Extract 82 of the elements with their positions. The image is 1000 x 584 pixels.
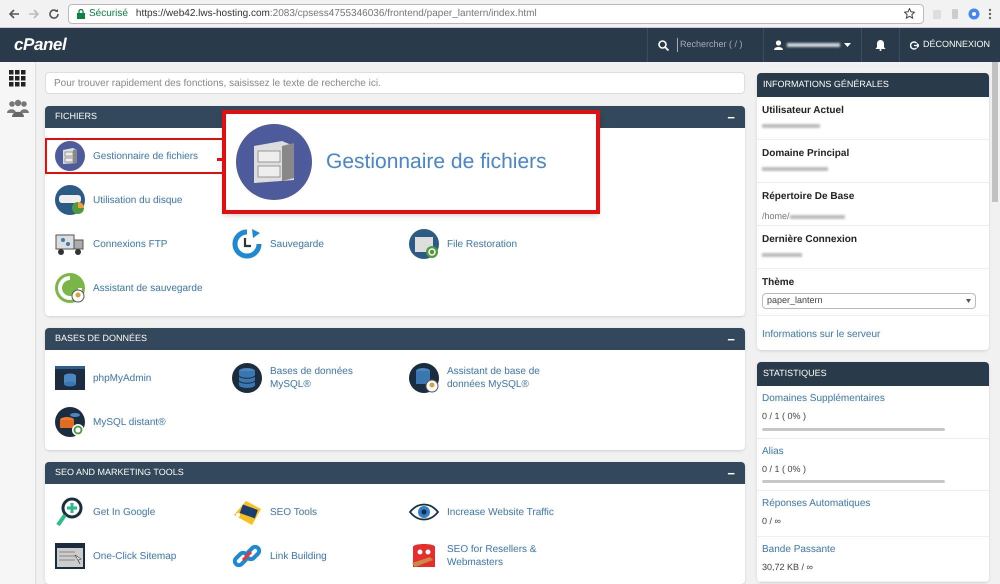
feature-link[interactable]: SEO Tools (224, 496, 401, 528)
caret-icon (844, 42, 851, 48)
feature-link[interactable]: Gestionnaire de fichiers (47, 140, 224, 172)
stat-link[interactable]: Réponses Automatiques (762, 496, 984, 511)
feature-link[interactable]: Bases de données MySQL® (224, 362, 401, 394)
feature-link[interactable]: SEO for Resellers & Webmasters (401, 540, 578, 572)
feature-link[interactable]: Link Building (224, 540, 401, 572)
info-label: Répertoire De Base (762, 190, 856, 204)
section-header[interactable]: BASES DE DONNÉES − (45, 328, 745, 350)
theme-select[interactable]: paper_lantern (762, 293, 976, 309)
feature-icon (55, 541, 85, 571)
stat-value: 0 / 1 ( 0% ) (762, 410, 808, 423)
info-label: Dernière Connexion (762, 233, 858, 247)
collapse-button[interactable]: − (727, 110, 735, 124)
lock-icon (77, 8, 85, 18)
bell-icon[interactable] (874, 39, 886, 51)
feature-icon (55, 185, 85, 215)
redacted-value (762, 124, 820, 128)
feature-link[interactable]: One-Click Sitemap (47, 540, 224, 572)
feature-link[interactable]: Connexions FTP (47, 228, 224, 260)
feature-link[interactable]: Get In Google (47, 496, 224, 528)
star-icon[interactable] (904, 8, 915, 19)
feature-link[interactable]: Assistant de sauvegarde (47, 272, 224, 304)
reload-icon[interactable] (48, 8, 60, 20)
logout-button[interactable]: DÉCONNEXION (898, 28, 1000, 62)
grid-icon[interactable] (9, 70, 26, 87)
url-text: https://web42.lws-hosting.com:2083/cpsess4755346036/frontend/paper_lantern/index.html (136, 7, 537, 21)
feature-icon (55, 363, 85, 393)
section-title: BASES DE DONNÉES (55, 332, 148, 346)
section-title: FICHIERS (55, 110, 98, 124)
stat-link[interactable]: Bande Passante (762, 542, 984, 556)
security-label: Sécurisé (89, 7, 128, 21)
stat-value: 0 / 1 ( 0% ) (762, 462, 808, 476)
feature-icon (55, 141, 85, 171)
feature-icon (55, 497, 85, 527)
section-title: SEO AND MARKETING TOOLS (55, 466, 184, 480)
redacted-value (762, 253, 802, 257)
cpanel-logo[interactable]: cPanel (14, 32, 66, 58)
feature-link[interactable]: Assistant de base de données MySQL® (401, 362, 578, 394)
stat-value: 30,72 KB / ∞ (762, 560, 814, 574)
feature-icon (55, 407, 85, 437)
file-cabinet-icon (236, 124, 312, 200)
feature-link[interactable]: Sauvegarde (224, 228, 401, 260)
collapse-button[interactable]: − (727, 466, 735, 480)
feature-link[interactable]: Utilisation du disque (47, 184, 224, 216)
back-icon[interactable] (8, 8, 20, 20)
search-icon (658, 40, 669, 50)
feature-icon (232, 229, 262, 259)
redacted-value (790, 214, 845, 219)
scrollbar[interactable] (992, 62, 998, 202)
address-bar[interactable]: Sécurisé https://web42.lws-hosting.com:2083/cpsess4755346036/frontend/paper_lantern/index.html (68, 4, 924, 24)
stat-value: 0 / ∞ (762, 515, 782, 528)
menu-icon[interactable] (988, 8, 992, 20)
stat-link[interactable]: Alias (762, 444, 984, 458)
header-search-field[interactable]: Rechercher ( / ) (676, 38, 757, 52)
feature-icon (409, 229, 439, 259)
feature-link[interactable]: Increase Website Traffic (401, 496, 578, 528)
logout-icon (910, 40, 919, 50)
redacted-username (786, 43, 840, 47)
feature-link[interactable]: File Restoration (401, 228, 578, 260)
feature-link[interactable]: phpMyAdmin (47, 362, 224, 394)
users-icon[interactable] (6, 99, 28, 117)
feature-link[interactable]: MySQL distant® (47, 406, 224, 438)
extension-icon[interactable] (968, 8, 980, 20)
feature-icon (409, 363, 439, 393)
theme-label: Thème (762, 276, 796, 290)
redacted-value (762, 167, 828, 171)
panel-title: INFORMATIONS GÉNÉRALES (763, 78, 889, 92)
user-icon (774, 40, 783, 50)
callout-label: Gestionnaire de fichiers (326, 149, 547, 176)
feature-icon (232, 363, 262, 393)
stat-link[interactable]: Domaines Supplémentaires (762, 391, 984, 406)
info-label: Domaine Principal (762, 147, 850, 161)
feature-icon (55, 273, 85, 303)
server-info-link[interactable]: Informations sur le serveur (762, 329, 880, 340)
info-value: /home/ (762, 210, 790, 223)
section-header[interactable]: SEO AND MARKETING TOOLS − (45, 462, 745, 484)
collapse-button[interactable]: − (727, 332, 735, 346)
function-search-field[interactable]: Pour trouver rapidement des fonctions, saisissez le texte de recherche ici. (45, 72, 745, 94)
info-label: Utilisateur Actuel (762, 104, 845, 118)
panel-title: STATISTIQUES (763, 367, 827, 380)
caret-icon (966, 299, 971, 303)
